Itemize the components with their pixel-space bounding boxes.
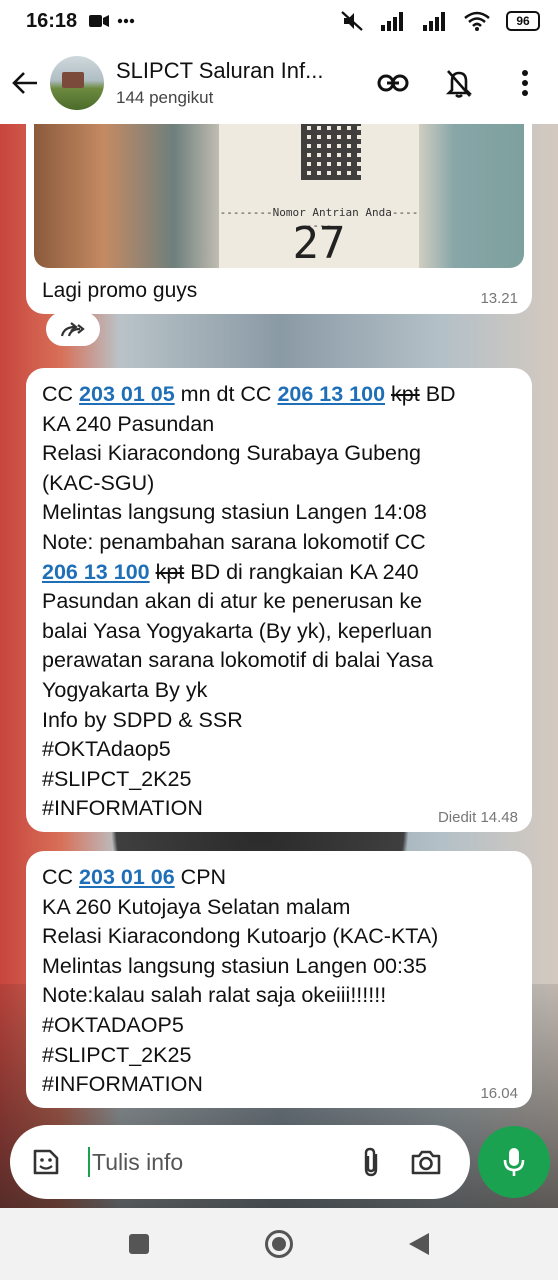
more-options-button[interactable]	[492, 50, 558, 116]
phone-link[interactable]: 203 01 05	[79, 382, 175, 406]
photo-message[interactable]: --------Nomor Antrian Anda-------- 27 La…	[26, 124, 532, 314]
status-time: 16:18	[26, 9, 78, 32]
message-text: CC	[42, 865, 80, 889]
text-message[interactable]: CC 203 01 06 CPN KA 260 Kutojaya Selatan…	[26, 851, 532, 1108]
more-dots-icon	[117, 18, 135, 24]
message-line: CC 203 01 05 mn dt CC 206 13 100 kpt BD	[42, 380, 516, 410]
forward-button[interactable]	[46, 312, 100, 346]
message-line: Info by SDPD & SSR	[42, 707, 243, 732]
strikethrough-text: kpt	[155, 559, 185, 584]
message-text: CC	[42, 382, 80, 406]
message-line: KA 260 Kutojaya Selatan malam	[42, 894, 351, 919]
message-line: (KAC-SGU)	[42, 470, 155, 495]
hashtag: #INFORMATION	[42, 1072, 203, 1097]
share-link-button[interactable]	[360, 50, 426, 116]
recents-square-icon	[129, 1234, 149, 1254]
channel-avatar[interactable]	[50, 56, 104, 110]
queue-ticket: --------Nomor Antrian Anda-------- 27	[219, 124, 419, 268]
message-line: 206 13 100 kpt BD di rangkaian KA 240	[42, 558, 516, 588]
system-back-button[interactable]	[399, 1224, 439, 1264]
recents-button[interactable]	[119, 1224, 159, 1264]
emoji-button[interactable]	[24, 1140, 68, 1184]
message-line: CC 203 01 06 CPN	[42, 863, 516, 893]
message-line: Melintas langsung stasiun Langen 14:08	[42, 500, 427, 525]
home-button[interactable]	[259, 1224, 299, 1264]
hashtag: #SLIPCT_2K25	[42, 766, 192, 791]
follower-count: 144 pengikut	[116, 88, 214, 107]
attach-button[interactable]	[346, 1137, 396, 1187]
wifi-icon	[464, 11, 490, 31]
message-line: balai Yasa Yogyakarta (By yk), keperluan	[42, 618, 433, 643]
emoji-icon	[33, 1149, 59, 1175]
channel-title: SLIPCT Saluran Inf...	[116, 58, 324, 83]
video-camera-icon	[89, 14, 110, 28]
signal-icon	[380, 11, 406, 31]
system-nav-bar	[0, 1208, 558, 1280]
message-time: 13.21	[480, 290, 518, 307]
notifications-off-icon	[445, 70, 473, 98]
mute-icon	[340, 10, 364, 32]
signal-icon	[422, 11, 448, 31]
message-time: 16.04	[480, 1085, 518, 1102]
channel-info[interactable]: SLIPCT Saluran Inf... 144 pengikut	[116, 58, 356, 108]
back-button[interactable]	[0, 42, 50, 124]
camera-icon	[411, 1150, 441, 1175]
message-line: perawatan sarana lokomotif di balai Yasa	[42, 648, 434, 673]
message-line: KA 240 Pasundan	[42, 411, 215, 436]
message-line: Melintas langsung stasiun Langen 00:35	[42, 953, 427, 978]
message-input-bar: Tulis info	[10, 1125, 470, 1199]
message-text: mn dt CC	[174, 382, 278, 406]
mute-notifications-button[interactable]	[426, 50, 492, 116]
message-line: Pasundan akan di atur ke penerusan ke	[42, 589, 423, 614]
home-circle-icon	[265, 1230, 293, 1258]
back-triangle-icon	[409, 1233, 429, 1255]
link-icon	[377, 74, 409, 92]
forward-icon	[60, 322, 85, 337]
message-line: Note:kalau salah ralat saja okeiii!!!!!!	[42, 983, 387, 1008]
phone-link[interactable]: 206 13 100	[277, 382, 385, 406]
message-time: Diedit 14.48	[437, 809, 518, 826]
attach-icon	[364, 1147, 378, 1177]
channel-header: SLIPCT Saluran Inf... 144 pengikut	[0, 42, 558, 124]
text-message[interactable]: CC 203 01 05 mn dt CC 206 13 100 kpt BD …	[26, 368, 532, 832]
photo-caption: Lagi promo guys	[42, 279, 198, 302]
message-line: Relasi Kiaracondong Surabaya Gubeng	[42, 441, 421, 466]
message-line: Relasi Kiaracondong Kutoarjo (KAC-KTA)	[42, 924, 439, 949]
phone-link[interactable]: 203 01 06	[79, 865, 175, 889]
camera-button[interactable]	[396, 1137, 456, 1187]
more-vert-icon	[522, 70, 528, 96]
status-bar: 16:18 96	[0, 0, 558, 42]
text-caret	[88, 1147, 90, 1177]
back-arrow-icon	[12, 72, 37, 94]
message-text: BD	[419, 382, 456, 406]
message-text: CPN	[174, 865, 227, 889]
mic-icon	[503, 1148, 525, 1176]
message-line: Yogyakarta By yk	[42, 677, 208, 702]
voice-record-button[interactable]	[478, 1126, 550, 1198]
message-photo[interactable]: --------Nomor Antrian Anda-------- 27	[34, 124, 524, 268]
message-input[interactable]: Tulis info	[92, 1149, 183, 1176]
hashtag: #SLIPCT_2K25	[42, 1042, 192, 1067]
phone-link[interactable]: 206 13 100	[42, 560, 150, 584]
battery-icon: 96	[506, 11, 540, 31]
hashtag: #OKTADAOP5	[42, 1012, 184, 1037]
ticket-number: 27	[292, 218, 346, 268]
qr-code	[301, 124, 361, 180]
message-text: BD di rangkaian KA 240	[184, 559, 419, 584]
message-line: Note: penambahan sarana lokomotif CC	[42, 529, 426, 554]
hashtag: #OKTAdaop5	[42, 737, 171, 762]
strikethrough-text: kpt	[391, 382, 420, 406]
